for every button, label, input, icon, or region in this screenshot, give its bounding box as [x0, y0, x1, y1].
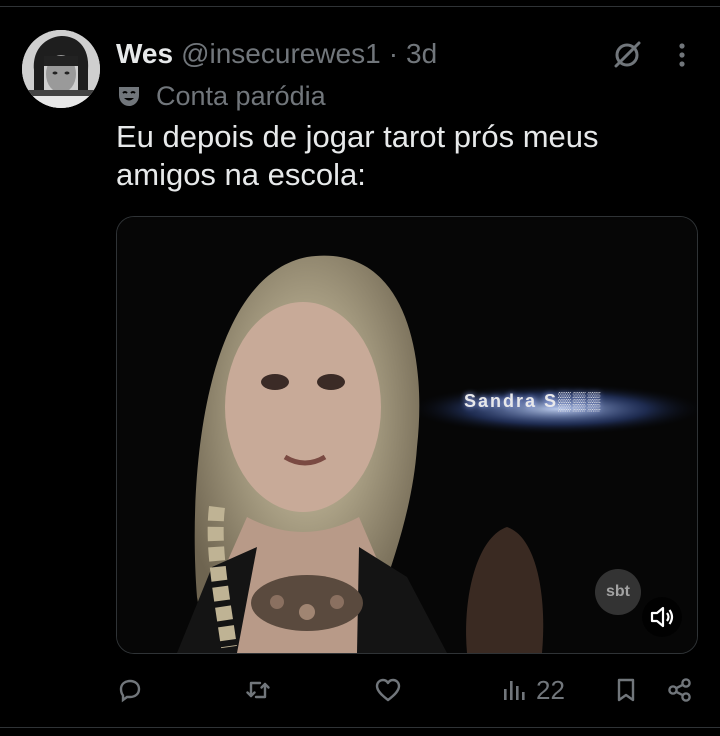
avatar-image	[22, 30, 100, 108]
retweet-button[interactable]	[244, 672, 272, 708]
avatar[interactable]	[22, 30, 100, 108]
parody-badge: Conta paródia	[116, 80, 326, 112]
bookmark-icon	[617, 678, 635, 702]
grok-icon[interactable]	[610, 38, 644, 72]
bookmark-button[interactable]	[612, 672, 640, 708]
bottom-divider	[0, 727, 720, 728]
video-caption: Sandra S▒▒▒	[464, 391, 603, 411]
timestamp[interactable]: 3d	[406, 38, 437, 70]
share-icon	[668, 678, 691, 702]
more-icon[interactable]	[668, 38, 696, 72]
reply-icon	[119, 679, 141, 703]
user-handle[interactable]: @insecurewes1	[181, 38, 381, 70]
mute-button[interactable]	[642, 597, 682, 637]
tweet-text: Eu depois de jogar tarot prós meus amigo…	[116, 119, 599, 192]
video-player[interactable]: Sandra S▒▒▒ sbt	[116, 216, 698, 654]
mute-icon	[650, 606, 674, 628]
tweet-header: Wes @insecurewes1 · 3d	[116, 34, 437, 74]
like-icon	[375, 678, 401, 702]
action-bar: 22	[116, 672, 696, 708]
display-name[interactable]: Wes	[116, 38, 173, 70]
sbt-watermark: sbt	[595, 569, 641, 615]
like-button[interactable]	[374, 672, 402, 708]
top-divider	[0, 6, 720, 7]
parody-mask-icon	[119, 87, 139, 106]
reply-button[interactable]	[116, 672, 144, 708]
retweet-icon	[246, 681, 270, 699]
views-count: 22	[536, 674, 565, 705]
separator-dot: ·	[388, 38, 399, 69]
views-icon	[504, 681, 525, 700]
share-button[interactable]	[666, 672, 694, 708]
parody-label: Conta paródia	[156, 80, 326, 111]
views-button[interactable]: 22	[500, 672, 565, 708]
